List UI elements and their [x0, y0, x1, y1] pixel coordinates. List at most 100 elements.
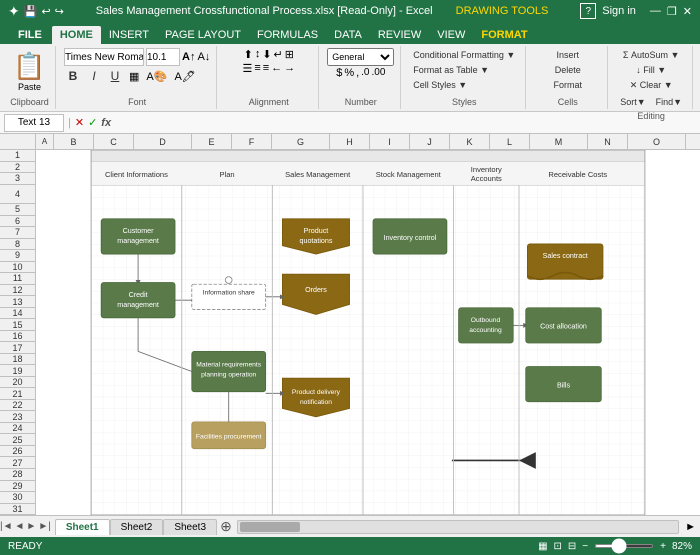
- col-L[interactable]: L: [490, 134, 530, 149]
- tab-insert[interactable]: INSERT: [101, 26, 157, 44]
- merge-btn[interactable]: ⊞: [285, 48, 294, 61]
- fx-icon[interactable]: fx: [101, 117, 111, 129]
- close-btn[interactable]: ✕: [683, 5, 692, 18]
- align-right-btn[interactable]: ≡: [263, 62, 269, 75]
- row-12[interactable]: 12: [0, 285, 35, 297]
- fill-btn[interactable]: ↓ Fill ▼: [632, 63, 670, 77]
- row-28[interactable]: 28: [0, 469, 35, 481]
- row-8[interactable]: 8: [0, 239, 35, 251]
- row-10[interactable]: 10: [0, 262, 35, 274]
- tab-review[interactable]: REVIEW: [370, 26, 429, 44]
- number-format-select[interactable]: General: [327, 48, 394, 66]
- sum-btn[interactable]: Σ AutoSum ▼: [619, 48, 684, 62]
- row-29[interactable]: 29: [0, 481, 35, 493]
- quick-save[interactable]: 💾: [24, 5, 38, 18]
- name-box[interactable]: [4, 114, 64, 132]
- tab-format[interactable]: FORMAT: [473, 26, 535, 44]
- restore-btn[interactable]: ❐: [667, 5, 677, 18]
- row-30[interactable]: 30: [0, 492, 35, 504]
- undo-btn[interactable]: ↩: [41, 5, 50, 18]
- col-D[interactable]: D: [134, 134, 192, 149]
- row-5[interactable]: 5: [0, 204, 35, 216]
- formula-input[interactable]: [115, 114, 696, 132]
- col-I[interactable]: I: [370, 134, 410, 149]
- align-center-btn[interactable]: ≡: [254, 62, 260, 75]
- grid-cells[interactable]: Client Informations Plan Sales Managemen…: [36, 150, 700, 515]
- indent-less-btn[interactable]: ←: [271, 62, 282, 75]
- decimal-dec-btn[interactable]: .00: [372, 67, 386, 79]
- row-22[interactable]: 22: [0, 400, 35, 412]
- minimize-btn[interactable]: —: [650, 5, 661, 17]
- row-23[interactable]: 23: [0, 411, 35, 423]
- row-15[interactable]: 15: [0, 319, 35, 331]
- select-all-btn[interactable]: [0, 134, 36, 149]
- normal-view-btn[interactable]: ▦: [538, 541, 547, 552]
- row-26[interactable]: 26: [0, 446, 35, 458]
- row-16[interactable]: 16: [0, 331, 35, 343]
- font-size-input[interactable]: [146, 48, 180, 66]
- cancel-icon[interactable]: ✕: [75, 116, 84, 129]
- clear-btn[interactable]: ✕ Clear ▼: [626, 78, 677, 93]
- col-N[interactable]: N: [588, 134, 628, 149]
- tab-view[interactable]: VIEW: [429, 26, 473, 44]
- row-3[interactable]: 3: [0, 173, 35, 185]
- font-decrease-btn[interactable]: A↓: [197, 51, 210, 63]
- col-H[interactable]: H: [330, 134, 370, 149]
- row-4[interactable]: 4: [0, 185, 35, 205]
- confirm-icon[interactable]: ✓: [88, 116, 97, 129]
- col-A[interactable]: A: [36, 134, 54, 149]
- col-O[interactable]: O: [628, 134, 686, 149]
- add-sheet-btn[interactable]: ⊕: [217, 518, 235, 536]
- col-E[interactable]: E: [192, 134, 232, 149]
- sheet-nav-next[interactable]: ►: [26, 521, 36, 532]
- row-2[interactable]: 2: [0, 162, 35, 174]
- redo-btn[interactable]: ↪: [55, 5, 64, 18]
- align-top-btn[interactable]: ⬆: [244, 48, 253, 61]
- zoom-in-btn[interactable]: +: [660, 541, 666, 552]
- col-F[interactable]: F: [232, 134, 272, 149]
- font-color-btn[interactable]: A🖊: [172, 69, 197, 84]
- align-left-btn[interactable]: ☰: [242, 62, 252, 75]
- row-7[interactable]: 7: [0, 227, 35, 239]
- bold-button[interactable]: B: [64, 67, 82, 85]
- borders-btn[interactable]: ▦: [127, 69, 141, 84]
- col-J[interactable]: J: [410, 134, 450, 149]
- page-layout-btn[interactable]: ⊡: [554, 541, 562, 552]
- row-31[interactable]: 31: [0, 504, 35, 515]
- row-17[interactable]: 17: [0, 342, 35, 354]
- currency-btn[interactable]: $: [336, 67, 342, 79]
- h-scrollbar-thumb[interactable]: [240, 522, 300, 532]
- zoom-slider[interactable]: [594, 544, 654, 548]
- tab-file[interactable]: FILE: [8, 26, 52, 44]
- row-1[interactable]: 1: [0, 150, 35, 162]
- fill-color-btn[interactable]: A🎨: [144, 69, 169, 84]
- col-M[interactable]: M: [530, 134, 588, 149]
- row-20[interactable]: 20: [0, 377, 35, 389]
- italic-button[interactable]: I: [85, 67, 103, 85]
- comma-btn[interactable]: ,: [356, 67, 359, 79]
- row-19[interactable]: 19: [0, 365, 35, 377]
- signin-label[interactable]: Sign in: [602, 5, 636, 17]
- page-break-btn[interactable]: ⊟: [568, 541, 576, 552]
- zoom-out-btn[interactable]: −: [582, 541, 588, 552]
- h-scrollbar[interactable]: [237, 520, 679, 534]
- paste-button[interactable]: 📋 Paste: [13, 51, 45, 92]
- row-18[interactable]: 18: [0, 354, 35, 366]
- sheet-nav-first[interactable]: |◄: [0, 521, 13, 532]
- sheet-tab-1[interactable]: Sheet1: [55, 519, 110, 535]
- row-27[interactable]: 27: [0, 457, 35, 469]
- row-6[interactable]: 6: [0, 216, 35, 228]
- col-B[interactable]: B: [54, 134, 94, 149]
- col-C[interactable]: C: [94, 134, 134, 149]
- align-middle-btn[interactable]: ↕: [255, 48, 261, 61]
- col-K[interactable]: K: [450, 134, 490, 149]
- percent-btn[interactable]: %: [344, 67, 354, 79]
- find-select-btn[interactable]: Find▼: [652, 95, 686, 109]
- insert-cells-btn[interactable]: Insert: [552, 48, 583, 62]
- row-24[interactable]: 24: [0, 423, 35, 435]
- delete-cells-btn[interactable]: Delete: [551, 63, 585, 77]
- tab-formulas[interactable]: FORMULAS: [249, 26, 326, 44]
- font-increase-btn[interactable]: A↑: [182, 51, 195, 63]
- sheet-nav-last[interactable]: ►|: [38, 521, 51, 532]
- indent-more-btn[interactable]: →: [284, 62, 295, 75]
